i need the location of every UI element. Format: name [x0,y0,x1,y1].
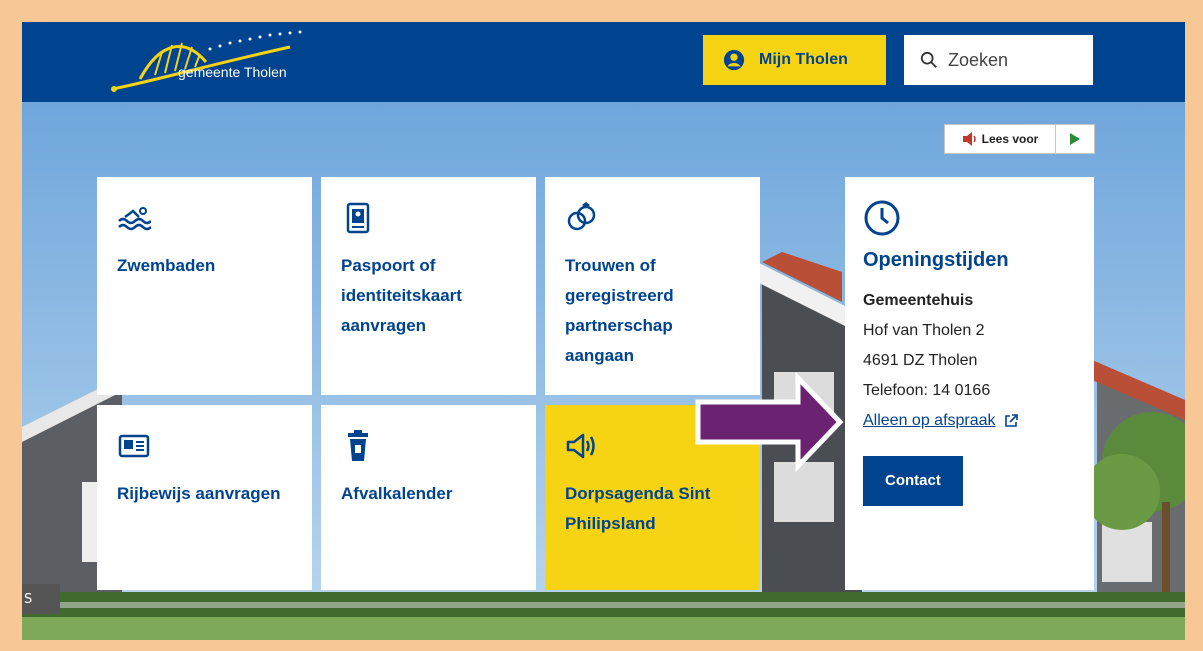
tile-trouwen[interactable]: Trouwen of geregistreerd partnerschap aa… [545,177,760,395]
logo-bridge-icon[interactable] [110,27,310,97]
waste-bin-icon [348,430,368,461]
phone-number: Telefoon: 14 0166 [863,382,991,399]
page-frame: gemeente Tholen Mijn Tholen Lees voor [22,22,1185,640]
search-icon[interactable] [920,51,938,69]
tile-zwembaden[interactable]: Zwembaden [97,177,312,395]
id-card-icon [118,434,150,458]
tile-rijbewijs[interactable]: Rijbewijs aanvragen [97,405,312,590]
tile-label: Rijbewijs aanvragen [117,484,281,503]
contact-button[interactable]: Contact [863,456,963,506]
read-aloud-bar: Lees voor [944,124,1095,154]
search-input[interactable] [948,49,1088,71]
location-name: Gemeentehuis [863,292,974,309]
external-link-icon [1004,414,1018,427]
tile-label: Afvalkalender [341,484,453,503]
passport-icon [346,202,370,234]
address-line-2: 4691 DZ Tholen [863,352,978,369]
tile-afvalkalender[interactable]: Afvalkalender [321,405,536,590]
tile-label: Paspoort of identiteitskaart aanvragen [341,256,462,335]
play-button[interactable] [1056,125,1094,153]
search-box[interactable] [904,35,1093,85]
user-icon [723,49,745,71]
swimming-icon [118,207,151,231]
tile-paspoort[interactable]: Paspoort of identiteitskaart aanvragen [321,177,536,395]
logo-text: gemeente Tholen [178,64,287,80]
tile-label: Zwembaden [117,256,216,275]
corner-badge: S [22,584,60,614]
mijn-tholen-button[interactable]: Mijn Tholen [703,35,886,85]
mijn-tholen-label: Mijn Tholen [759,51,848,68]
arrow-annotation-icon [695,372,844,472]
tile-label: Dorpsagenda Sint Philipsland [565,484,711,533]
opening-hours-title: Openingstijden [863,249,1009,271]
appointment-link-text: Alleen op afspraak [863,412,996,429]
site-header: gemeente Tholen Mijn Tholen [22,22,1185,102]
tile-label: Trouwen of geregistreerd partnerschap aa… [565,256,674,365]
megaphone-icon [566,433,595,459]
opening-hours-card: Openingstijden Gemeentehuis Hof van Thol… [845,177,1094,590]
appointment-link[interactable]: Alleen op afspraak [863,406,1018,436]
read-aloud-button[interactable]: Lees voor [945,125,1056,153]
read-aloud-label: Lees voor [981,132,1039,146]
rings-icon [567,202,596,231]
speaker-icon [962,132,976,146]
address-line-1: Hof van Tholen 2 [863,322,985,339]
clock-icon [864,200,900,236]
play-icon [1070,133,1080,145]
